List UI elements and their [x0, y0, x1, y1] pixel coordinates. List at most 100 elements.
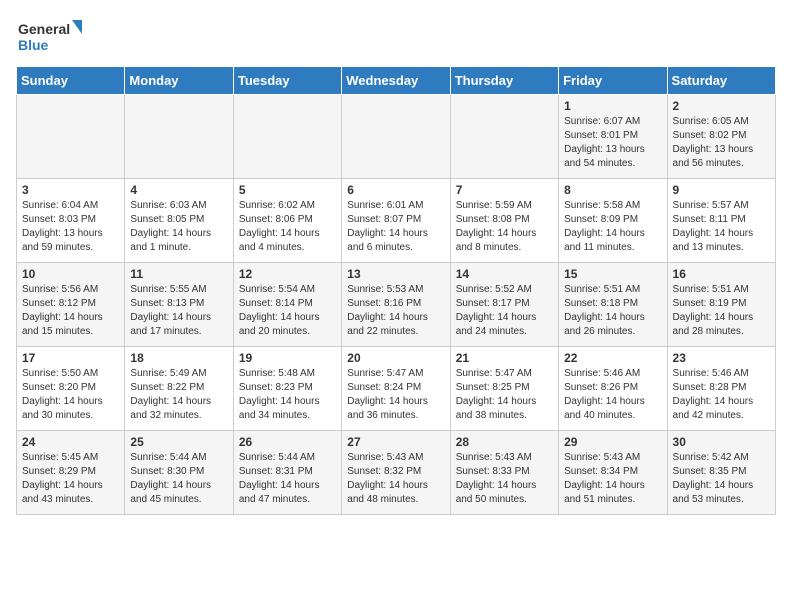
- calendar-cell: [125, 95, 233, 179]
- calendar-cell: 10Sunrise: 5:56 AM Sunset: 8:12 PM Dayli…: [17, 263, 125, 347]
- day-info: Sunrise: 6:07 AM Sunset: 8:01 PM Dayligh…: [564, 115, 661, 171]
- logo: General Blue: [16, 16, 86, 58]
- weekday-header-row: SundayMondayTuesdayWednesdayThursdayFrid…: [17, 67, 776, 95]
- calendar-cell: 7Sunrise: 5:59 AM Sunset: 8:08 PM Daylig…: [450, 179, 558, 263]
- calendar-week-5: 24 Sunrise: 5:45 AM Sunset: 8:29 PM Dayli…: [17, 431, 776, 515]
- calendar-cell: 4Sunrise: 6:03 AM Sunset: 8:05 PM Daylig…: [125, 179, 233, 263]
- day-info: Sunrise: 5:53 AM Sunset: 8:16 PM Dayligh…: [347, 283, 444, 339]
- day-info: Sunrise: 6:04 AM Sunset: 8:03 PM Dayligh…: [22, 199, 119, 255]
- calendar-cell: 14 Sunrise: 5:52 AM Sunset: 8:17 PM Dayli…: [450, 263, 558, 347]
- day-info: Sunrise: 5:49 AM Sunset: 8:22 PM Dayligh…: [130, 367, 227, 423]
- weekday-header-tuesday: Tuesday: [233, 67, 341, 95]
- calendar-cell: [450, 95, 558, 179]
- calendar-cell: 21 Sunrise: 5:47 AM Sunset: 8:25 PM Dayli…: [450, 347, 558, 431]
- calendar-cell: 16 Sunrise: 5:51 AM Sunset: 8:19 PM Dayli…: [667, 263, 775, 347]
- day-number: 26: [239, 435, 336, 449]
- calendar-cell: 11 Sunrise: 5:55 AM Sunset: 8:13 PM Dayli…: [125, 263, 233, 347]
- day-info: Sunrise: 5:44 AM Sunset: 8:30 PM Dayligh…: [130, 451, 227, 507]
- calendar-cell: 6 Sunrise: 6:01 AM Sunset: 8:07 PM Daylig…: [342, 179, 450, 263]
- calendar-cell: 2Sunrise: 6:05 AM Sunset: 8:02 PM Daylig…: [667, 95, 775, 179]
- day-number: 22: [564, 351, 661, 365]
- calendar-cell: 22 Sunrise: 5:46 AM Sunset: 8:26 PM Dayli…: [559, 347, 667, 431]
- logo-svg: General Blue: [16, 16, 86, 58]
- day-number: 16: [673, 267, 770, 281]
- day-number: 13: [347, 267, 444, 281]
- calendar-cell: 5 Sunrise: 6:02 AM Sunset: 8:06 PM Daylig…: [233, 179, 341, 263]
- day-info: Sunrise: 5:54 AM Sunset: 8:14 PM Dayligh…: [239, 283, 336, 339]
- calendar-week-3: 10Sunrise: 5:56 AM Sunset: 8:12 PM Dayli…: [17, 263, 776, 347]
- page-header: General Blue: [16, 16, 776, 58]
- day-info: Sunrise: 5:57 AM Sunset: 8:11 PM Dayligh…: [673, 199, 770, 255]
- day-info: Sunrise: 5:56 AM Sunset: 8:12 PM Dayligh…: [22, 283, 119, 339]
- weekday-header-wednesday: Wednesday: [342, 67, 450, 95]
- day-info: Sunrise: 6:05 AM Sunset: 8:02 PM Dayligh…: [673, 115, 770, 171]
- weekday-header-monday: Monday: [125, 67, 233, 95]
- day-info: Sunrise: 5:58 AM Sunset: 8:09 PM Dayligh…: [564, 199, 661, 255]
- day-number: 12: [239, 267, 336, 281]
- day-number: 8: [564, 183, 661, 197]
- day-number: 21: [456, 351, 553, 365]
- calendar-cell: 26 Sunrise: 5:44 AM Sunset: 8:31 PM Dayli…: [233, 431, 341, 515]
- day-info: Sunrise: 5:55 AM Sunset: 8:13 PM Dayligh…: [130, 283, 227, 339]
- day-info: Sunrise: 5:46 AM Sunset: 8:28 PM Dayligh…: [673, 367, 770, 423]
- calendar-cell: 25 Sunrise: 5:44 AM Sunset: 8:30 PM Dayli…: [125, 431, 233, 515]
- calendar-cell: 17 Sunrise: 5:50 AM Sunset: 8:20 PM Dayli…: [17, 347, 125, 431]
- day-number: 25: [130, 435, 227, 449]
- day-number: 5: [239, 183, 336, 197]
- day-info: Sunrise: 5:45 AM Sunset: 8:29 PM Dayligh…: [22, 451, 119, 507]
- day-number: 6: [347, 183, 444, 197]
- day-info: Sunrise: 5:48 AM Sunset: 8:23 PM Dayligh…: [239, 367, 336, 423]
- weekday-header-sunday: Sunday: [17, 67, 125, 95]
- day-number: 27: [347, 435, 444, 449]
- day-info: Sunrise: 5:46 AM Sunset: 8:26 PM Dayligh…: [564, 367, 661, 423]
- day-number: 30: [673, 435, 770, 449]
- calendar-cell: 9 Sunrise: 5:57 AM Sunset: 8:11 PM Daylig…: [667, 179, 775, 263]
- calendar-cell: 27 Sunrise: 5:43 AM Sunset: 8:32 PM Dayli…: [342, 431, 450, 515]
- svg-text:Blue: Blue: [18, 37, 49, 53]
- day-info: Sunrise: 6:02 AM Sunset: 8:06 PM Dayligh…: [239, 199, 336, 255]
- calendar-cell: [17, 95, 125, 179]
- calendar-cell: 20 Sunrise: 5:47 AM Sunset: 8:24 PM Dayli…: [342, 347, 450, 431]
- calendar-cell: 24 Sunrise: 5:45 AM Sunset: 8:29 PM Dayli…: [17, 431, 125, 515]
- day-info: Sunrise: 5:52 AM Sunset: 8:17 PM Dayligh…: [456, 283, 553, 339]
- day-number: 18: [130, 351, 227, 365]
- day-number: 29: [564, 435, 661, 449]
- day-info: Sunrise: 5:47 AM Sunset: 8:25 PM Dayligh…: [456, 367, 553, 423]
- day-number: 1: [564, 99, 661, 113]
- weekday-header-friday: Friday: [559, 67, 667, 95]
- calendar-cell: 8 Sunrise: 5:58 AM Sunset: 8:09 PM Daylig…: [559, 179, 667, 263]
- day-info: Sunrise: 5:42 AM Sunset: 8:35 PM Dayligh…: [673, 451, 770, 507]
- day-number: 19: [239, 351, 336, 365]
- day-number: 11: [130, 267, 227, 281]
- day-number: 14: [456, 267, 553, 281]
- calendar-cell: 28 Sunrise: 5:43 AM Sunset: 8:33 PM Dayli…: [450, 431, 558, 515]
- calendar-cell: 19 Sunrise: 5:48 AM Sunset: 8:23 PM Dayli…: [233, 347, 341, 431]
- calendar-cell: 15Sunrise: 5:51 AM Sunset: 8:18 PM Dayli…: [559, 263, 667, 347]
- day-number: 17: [22, 351, 119, 365]
- day-info: Sunrise: 5:51 AM Sunset: 8:19 PM Dayligh…: [673, 283, 770, 339]
- svg-text:General: General: [18, 21, 70, 37]
- calendar-cell: 1 Sunrise: 6:07 AM Sunset: 8:01 PM Daylig…: [559, 95, 667, 179]
- day-info: Sunrise: 5:50 AM Sunset: 8:20 PM Dayligh…: [22, 367, 119, 423]
- day-info: Sunrise: 5:43 AM Sunset: 8:32 PM Dayligh…: [347, 451, 444, 507]
- day-number: 24: [22, 435, 119, 449]
- calendar-table: SundayMondayTuesdayWednesdayThursdayFrid…: [16, 66, 776, 515]
- weekday-header-saturday: Saturday: [667, 67, 775, 95]
- day-number: 15: [564, 267, 661, 281]
- calendar-cell: 30 Sunrise: 5:42 AM Sunset: 8:35 PM Dayli…: [667, 431, 775, 515]
- weekday-header-thursday: Thursday: [450, 67, 558, 95]
- day-info: Sunrise: 5:47 AM Sunset: 8:24 PM Dayligh…: [347, 367, 444, 423]
- day-info: Sunrise: 5:44 AM Sunset: 8:31 PM Dayligh…: [239, 451, 336, 507]
- day-number: 20: [347, 351, 444, 365]
- day-info: Sunrise: 5:43 AM Sunset: 8:33 PM Dayligh…: [456, 451, 553, 507]
- day-info: Sunrise: 6:01 AM Sunset: 8:07 PM Dayligh…: [347, 199, 444, 255]
- day-number: 9: [673, 183, 770, 197]
- calendar-cell: 12 Sunrise: 5:54 AM Sunset: 8:14 PM Dayli…: [233, 263, 341, 347]
- day-info: Sunrise: 5:43 AM Sunset: 8:34 PM Dayligh…: [564, 451, 661, 507]
- calendar-cell: 23Sunrise: 5:46 AM Sunset: 8:28 PM Dayli…: [667, 347, 775, 431]
- calendar-cell: 18 Sunrise: 5:49 AM Sunset: 8:22 PM Dayli…: [125, 347, 233, 431]
- calendar-cell: [342, 95, 450, 179]
- day-number: 28: [456, 435, 553, 449]
- calendar-cell: 3Sunrise: 6:04 AM Sunset: 8:03 PM Daylig…: [17, 179, 125, 263]
- day-info: Sunrise: 5:59 AM Sunset: 8:08 PM Dayligh…: [456, 199, 553, 255]
